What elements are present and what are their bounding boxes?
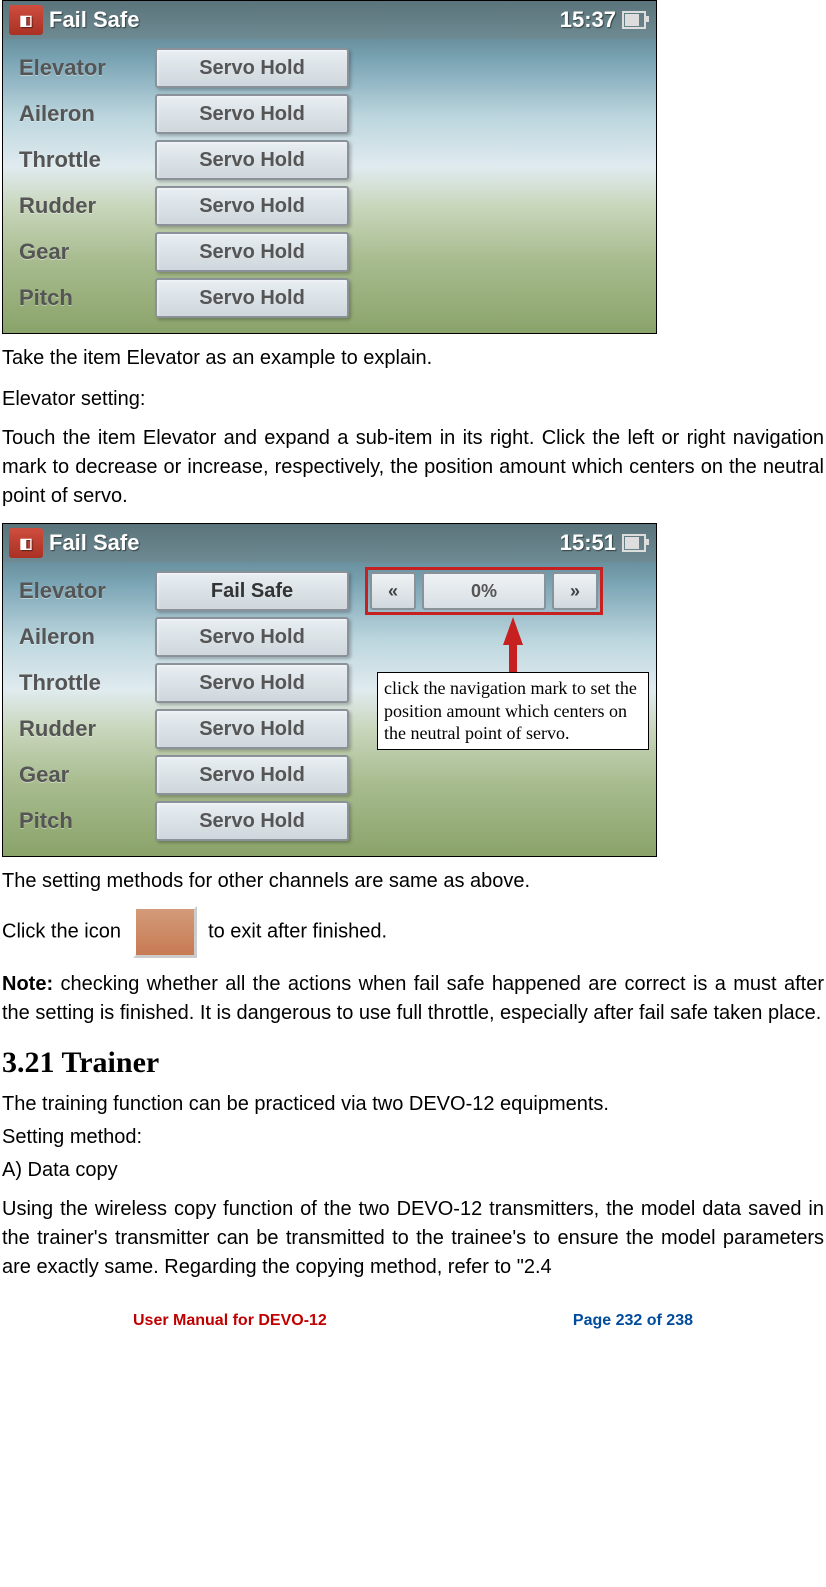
- channel-row: Throttle Servo Hold: [19, 137, 640, 183]
- paragraph: Using the wireless copy function of the …: [2, 1195, 824, 1282]
- servo-hold-button[interactable]: Servo Hold: [155, 140, 349, 180]
- channel-label: Pitch: [19, 808, 139, 834]
- section-heading: 3.21 Trainer: [2, 1046, 824, 1080]
- servo-hold-button[interactable]: Servo Hold: [155, 48, 349, 88]
- channel-label: Aileron: [19, 624, 139, 650]
- servo-hold-button[interactable]: Servo Hold: [155, 278, 349, 318]
- paragraph: A) Data copy: [2, 1156, 824, 1185]
- channel-row: Elevator Fail Safe « 0% »: [19, 568, 640, 614]
- position-value: 0%: [422, 572, 546, 610]
- channel-row: Aileron Servo Hold: [19, 91, 640, 137]
- paragraph: The setting methods for other channels a…: [2, 867, 824, 896]
- footer-page-number: Page 232 of 238: [573, 1312, 693, 1330]
- channel-row: Gear Servo Hold: [19, 229, 640, 275]
- home-icon[interactable]: ◧: [9, 5, 43, 35]
- failsafe-button[interactable]: Fail Safe: [155, 571, 349, 611]
- servo-hold-button[interactable]: Servo Hold: [155, 709, 349, 749]
- paragraph: Take the item Elevator as an example to …: [2, 344, 824, 373]
- paragraph: Elevator setting:: [2, 385, 824, 414]
- servo-hold-button[interactable]: Servo Hold: [155, 801, 349, 841]
- note-label: Note:: [2, 973, 53, 995]
- home-icon[interactable]: ◧: [9, 528, 43, 558]
- paragraph-exit-icon: Click the icon to exit after finished.: [2, 906, 824, 958]
- exit-icon: [133, 906, 197, 958]
- channel-row: Pitch Servo Hold: [19, 275, 640, 321]
- clock-text: 15:37: [560, 7, 616, 33]
- note-paragraph: Note: checking whether all the actions w…: [2, 970, 824, 1028]
- channel-label: Throttle: [19, 670, 139, 696]
- nav-left-button[interactable]: «: [370, 572, 416, 610]
- device-titlebar: ◧ Fail Safe 15:51: [3, 524, 656, 562]
- paragraph: The training function can be practiced v…: [2, 1090, 824, 1119]
- battery-icon: [622, 534, 646, 552]
- channel-label: Throttle: [19, 147, 139, 173]
- channel-list: Elevator Servo Hold Aileron Servo Hold T…: [3, 39, 656, 333]
- paragraph: Setting method:: [2, 1123, 824, 1152]
- channel-label: Rudder: [19, 716, 139, 742]
- clock-text: 15:51: [560, 530, 616, 556]
- channel-row: Gear Servo Hold: [19, 752, 640, 798]
- battery-icon: [622, 11, 646, 29]
- channel-label: Elevator: [19, 55, 139, 81]
- annotation-callout: click the navigation mark to set the pos…: [377, 672, 649, 750]
- screenshot-failsafe-1: ◧ Fail Safe 15:37 Elevator Servo Hold Ai…: [2, 0, 657, 334]
- servo-hold-button[interactable]: Servo Hold: [155, 186, 349, 226]
- screen-title: Fail Safe: [49, 530, 139, 556]
- device-titlebar: ◧ Fail Safe 15:37: [3, 1, 656, 39]
- servo-hold-button[interactable]: Servo Hold: [155, 755, 349, 795]
- channel-row: Elevator Servo Hold: [19, 45, 640, 91]
- channel-row: Rudder Servo Hold: [19, 183, 640, 229]
- channel-row: Aileron Servo Hold: [19, 614, 640, 660]
- note-text: checking whether all the actions when fa…: [2, 973, 824, 1024]
- paragraph: Touch the item Elevator and expand a sub…: [2, 424, 824, 511]
- servo-hold-button[interactable]: Servo Hold: [155, 232, 349, 272]
- footer-manual-title: User Manual for DEVO-12: [133, 1312, 327, 1330]
- channel-label: Elevator: [19, 578, 139, 604]
- channel-label: Aileron: [19, 101, 139, 127]
- channel-label: Pitch: [19, 285, 139, 311]
- channel-row: Pitch Servo Hold: [19, 798, 640, 844]
- text-segment: Click the icon: [2, 920, 121, 942]
- text-segment: to exit after finished.: [208, 920, 387, 942]
- position-spinner: « 0% »: [365, 567, 603, 615]
- nav-right-button[interactable]: »: [552, 572, 598, 610]
- servo-hold-button[interactable]: Servo Hold: [155, 663, 349, 703]
- screenshot-failsafe-2: ◧ Fail Safe 15:51 Elevator Fail Safe « 0…: [2, 523, 657, 857]
- servo-hold-button[interactable]: Servo Hold: [155, 94, 349, 134]
- channel-label: Gear: [19, 239, 139, 265]
- servo-hold-button[interactable]: Servo Hold: [155, 617, 349, 657]
- channel-label: Rudder: [19, 193, 139, 219]
- annotation-arrow-icon: [503, 617, 523, 645]
- page-footer: User Manual for DEVO-12 Page 232 of 238: [133, 1312, 693, 1330]
- screen-title: Fail Safe: [49, 7, 139, 33]
- channel-label: Gear: [19, 762, 139, 788]
